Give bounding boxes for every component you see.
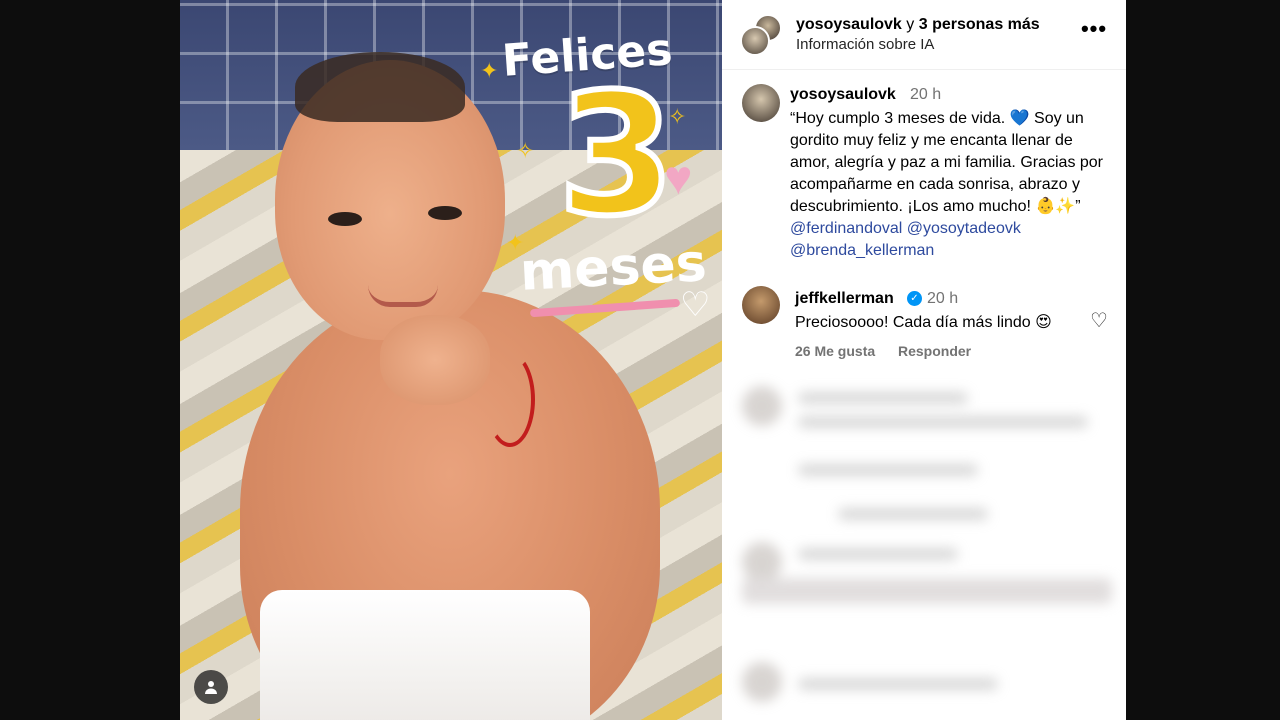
user-tag-button[interactable] xyxy=(194,670,228,704)
collab-avatars[interactable] xyxy=(740,14,784,56)
header-author-link[interactable]: yosoysaulovk xyxy=(796,16,902,33)
baby-smile xyxy=(368,285,438,307)
blurred-avatar xyxy=(742,662,782,702)
sparkle-icon: ✧ xyxy=(516,138,535,163)
baby-hair xyxy=(295,52,465,122)
caption-username[interactable]: yosoysaulovk xyxy=(790,86,896,104)
user-tag-icon xyxy=(205,681,217,694)
avatar[interactable] xyxy=(742,84,780,122)
blurred-avatar xyxy=(742,542,782,582)
instagram-post-viewer: Felices 3 meses ✦ ✧ ✧ ✦ ♥ ♡ yosoysaulovk… xyxy=(0,0,1280,720)
more-horizontal-icon: ••• xyxy=(1080,16,1108,41)
blurred-line xyxy=(838,508,988,520)
mention-link[interactable]: @yosoytadeovk xyxy=(907,220,1021,237)
overlay-number: 3 xyxy=(555,57,678,253)
baby-eye-left xyxy=(328,212,362,226)
baby-eye-right xyxy=(428,206,462,220)
caption-body: “Hoy cumplo 3 meses de vida. 💙 Soy un go… xyxy=(790,110,1104,215)
heart-outline-icon: ♡ xyxy=(1090,310,1108,332)
blurred-line xyxy=(798,548,958,560)
outline-heart-icon: ♡ xyxy=(680,286,711,324)
post-image[interactable]: Felices 3 meses ✦ ✧ ✧ ✦ ♥ ♡ xyxy=(180,0,722,720)
header-joiner: y xyxy=(906,16,915,33)
avatar[interactable] xyxy=(742,286,780,324)
mention-link[interactable]: @brenda_kellerman xyxy=(790,242,934,259)
comment-like-button[interactable]: ♡ xyxy=(1088,310,1110,332)
blurred-line xyxy=(798,416,1088,428)
pink-heart-icon: ♥ xyxy=(664,152,693,205)
post-header: yosoysaulovk y 3 personas más Informació… xyxy=(722,0,1126,70)
comment-timestamp[interactable]: 20 h xyxy=(927,290,958,308)
blurred-line xyxy=(798,464,978,476)
mention-link[interactable]: @ferdinandoval xyxy=(790,220,902,237)
caption-text: “Hoy cumplo 3 meses de vida. 💙 Soy un go… xyxy=(790,108,1114,262)
header-authors: yosoysaulovk y 3 personas más xyxy=(796,16,1040,34)
comment-reply-button[interactable]: Responder xyxy=(898,343,971,359)
post-side-panel: yosoysaulovk y 3 personas más Informació… xyxy=(722,0,1126,720)
blurred-avatar xyxy=(742,386,782,426)
blurred-line xyxy=(742,578,1112,604)
avatar xyxy=(740,26,770,56)
sparkle-icon: ✦ xyxy=(506,230,525,255)
comment-likes[interactable]: 26 Me gusta xyxy=(795,343,875,359)
diaper xyxy=(260,590,590,720)
caption-timestamp[interactable]: 20 h xyxy=(910,86,941,104)
sparkle-icon: ✧ xyxy=(668,104,687,129)
sparkle-icon: ✦ xyxy=(480,58,499,83)
baby-fist xyxy=(380,315,490,405)
blurred-line xyxy=(798,678,998,690)
ai-info-link[interactable]: Información sobre IA xyxy=(796,36,934,53)
verified-badge-icon: ✓ xyxy=(907,291,922,306)
comment-text: Preciosoooo! Cada día más lindo 😍 xyxy=(795,314,1052,331)
more-options-button[interactable]: ••• xyxy=(1080,18,1108,44)
comment-username[interactable]: jeffkellerman xyxy=(795,290,894,308)
blurred-comments xyxy=(722,372,1126,720)
red-bracelet xyxy=(485,352,535,447)
blurred-line xyxy=(798,392,968,404)
header-others-link[interactable]: 3 personas más xyxy=(919,16,1040,33)
